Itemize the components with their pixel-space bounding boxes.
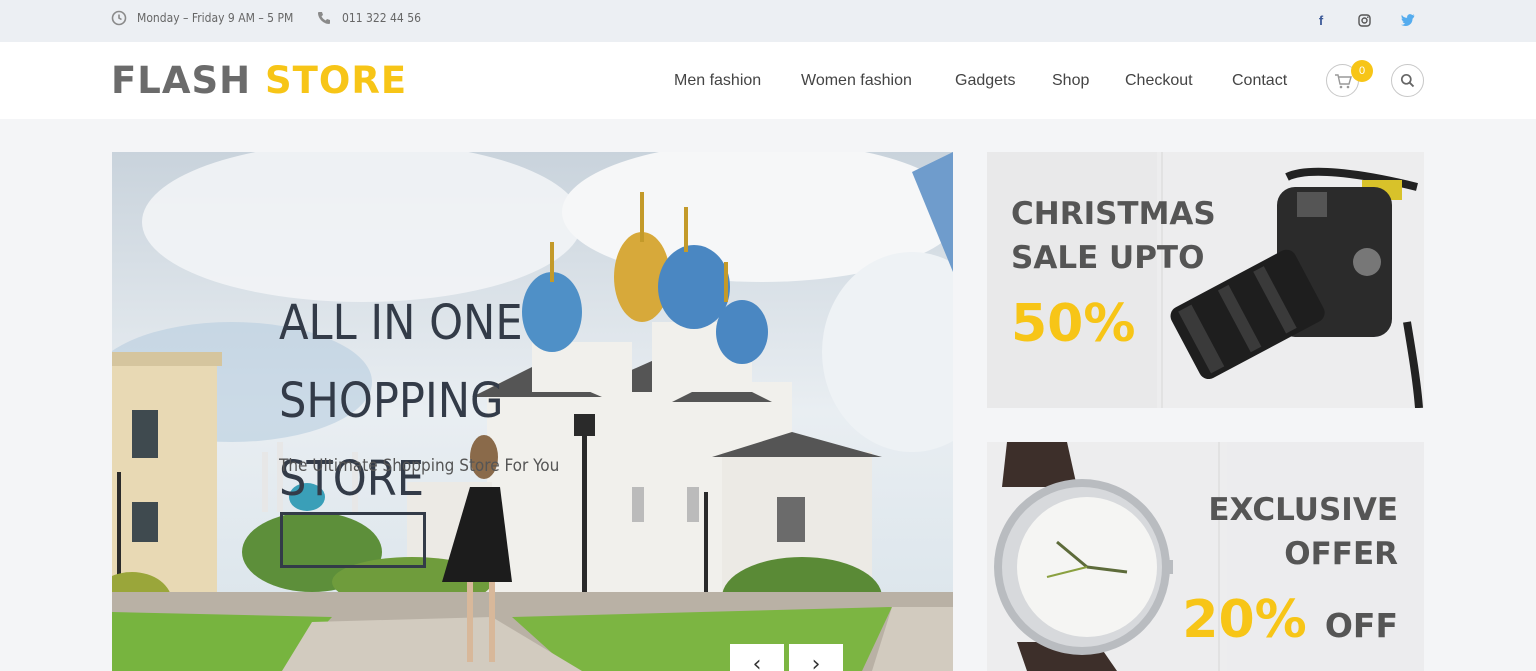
cart-count-badge: 0 [1351,60,1373,82]
promo-exclusive-suffix: OFF [1324,606,1398,645]
site-logo[interactable]: FLASH STORE [111,61,407,101]
promo-christmas-line-1: CHRISTMAS [1011,196,1216,232]
camera-image [1157,152,1424,408]
hero-title-line-1: ALL IN ONE SHOPPING [279,295,523,429]
promo-exclusive-offer-text: 20% OFF [1182,590,1398,656]
phone-number[interactable]: 011 322 44 56 [342,11,421,25]
promo-christmas-sale[interactable]: CHRISTMAS SALE UPTO 50% [987,152,1424,408]
instagram-icon[interactable] [1355,11,1373,29]
phone-icon [318,12,330,24]
promo-exclusive-line-2: OFFER [1284,536,1398,572]
hero-subtitle: The Ultimate Shopping Store For You [279,456,560,476]
promo-exclusive-percent: 20% [1182,590,1307,650]
chevron-left-icon: ‹ [752,651,762,671]
nav-women-fashion[interactable]: Women fashion [801,72,912,90]
logo-part-store: STORE [265,59,408,102]
search-button[interactable] [1391,64,1424,97]
slider-next-button[interactable]: › [789,644,843,671]
top-bar: Monday – Friday 9 AM – 5 PM 011 322 44 5… [0,0,1536,42]
hero-slider: ALL IN ONE SHOPPING STORE The Ultimate S… [112,152,953,671]
business-hours-text: Monday – Friday 9 AM – 5 PM [137,11,294,25]
cart-icon [1334,73,1352,88]
phone-contact[interactable]: 011 322 44 56 [316,10,421,26]
promo-exclusive-line-1: EXCLUSIVE [1208,492,1398,528]
nav-men-fashion[interactable]: Men fashion [674,72,761,90]
nav-shop[interactable]: Shop [1052,72,1089,90]
nav-checkout[interactable]: Checkout [1125,72,1193,90]
business-hours: Monday – Friday 9 AM – 5 PM [111,10,293,26]
nav-contact[interactable]: Contact [1232,72,1287,90]
nav-gadgets[interactable]: Gadgets [955,72,1015,90]
promo-exclusive-offer[interactable]: EXCLUSIVE OFFER 20% OFF [987,442,1424,671]
hero-title-line-2: STORE [279,451,425,507]
site-header: FLASH STORE Men fashion Women fashion Ga… [0,42,1536,119]
search-icon [1400,73,1415,88]
promo-christmas-line-2: SALE UPTO [1011,240,1205,276]
promo-christmas-percent: 50% [1011,294,1136,354]
logo-part-flash: FLASH [111,59,252,102]
facebook-icon[interactable]: f [1312,11,1330,29]
clock-icon [111,10,127,26]
hero-title: ALL IN ONE SHOPPING STORE [279,284,759,518]
twitter-icon[interactable] [1399,11,1417,29]
hero-cta-button[interactable] [280,512,426,568]
slider-prev-button[interactable]: ‹ [730,644,784,671]
chevron-right-icon: › [811,651,821,671]
